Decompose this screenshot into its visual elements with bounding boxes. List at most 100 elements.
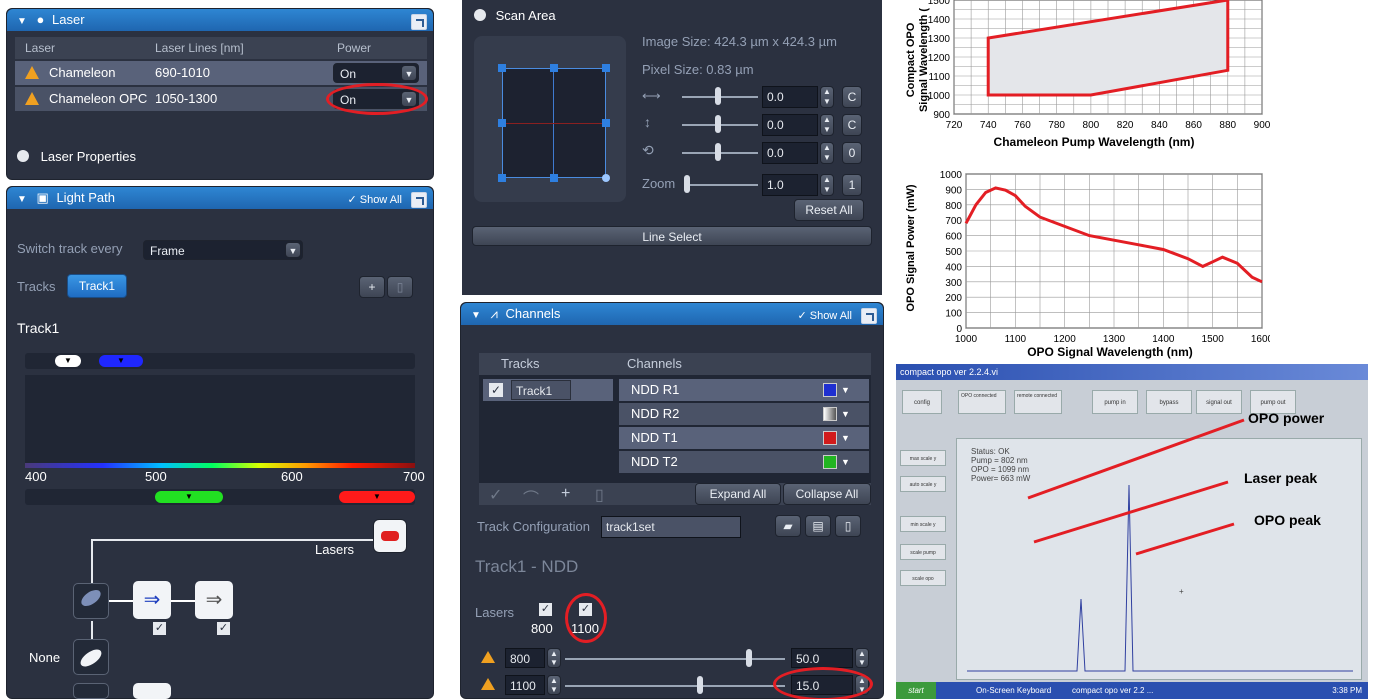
track-name[interactable]: Track1 (511, 380, 571, 400)
reset-all-button[interactable]: Reset All (794, 199, 864, 221)
channel-color-swatch[interactable] (823, 383, 837, 397)
undock-icon[interactable] (411, 192, 427, 209)
trash-icon[interactable]: ▯ (595, 485, 604, 505)
beamsplitter-button[interactable] (73, 583, 109, 619)
power-thumb[interactable] (697, 676, 703, 694)
chevron-down-icon[interactable]: ▼ (841, 403, 850, 425)
track-config-input[interactable]: track1set (601, 516, 741, 538)
undock-icon[interactable] (861, 308, 877, 325)
resize-handle[interactable] (550, 64, 558, 72)
taskbar-item[interactable]: On-Screen Keyboard (976, 682, 1051, 699)
wavelength-spinner[interactable]: ▲ ▼ (547, 675, 561, 695)
uncheck-icon[interactable]: ⌒ (523, 485, 539, 509)
collapse-arrow-icon[interactable]: ▼ (17, 16, 27, 27)
lightpath-panel-header[interactable]: ▼ ▣ Light Path ✓ Show All (7, 187, 433, 209)
channel-row[interactable]: NDD R1 ▼ (619, 379, 869, 401)
chevron-down-icon[interactable]: ▼ (841, 379, 850, 401)
resize-handle[interactable] (550, 174, 558, 182)
laser-panel-header[interactable]: ▼ ● Laser (7, 9, 433, 31)
zoom-input[interactable]: 1.0 (762, 174, 818, 196)
wavelength-spinner[interactable]: ▲ ▼ (547, 648, 561, 668)
collapse-arrow-icon[interactable]: ▼ (471, 310, 481, 321)
chevron-down-icon[interactable]: ▼ (841, 427, 850, 449)
detector-t-checkbox[interactable]: ✓ (217, 622, 230, 635)
lower-element[interactable] (73, 683, 109, 699)
power-input[interactable]: 50.0 (791, 648, 853, 668)
mirror-button[interactable] (73, 639, 109, 675)
undock-icon[interactable] (411, 14, 427, 31)
detector-r-checkbox[interactable]: ✓ (153, 622, 166, 635)
center-x-button[interactable]: C (842, 86, 862, 108)
delete-track-button[interactable]: ▯ (387, 276, 413, 298)
open-config-button[interactable]: ▰ (775, 515, 801, 537)
chevron-down-icon[interactable]: ▼ (285, 242, 301, 258)
zoom-spinner[interactable]: ▲ ▼ (820, 174, 834, 196)
scan-area-header[interactable]: Scan Area (474, 8, 556, 23)
chevron-down-icon[interactable]: ▼ (841, 451, 850, 473)
check-icon[interactable]: ✓ (489, 485, 502, 505)
collapse-all-button[interactable]: Collapse All (783, 483, 871, 505)
lower-detector[interactable] (133, 683, 171, 699)
rotation-spinner[interactable]: ▲ ▼ (820, 142, 834, 164)
zoom-thumb[interactable] (684, 175, 690, 193)
detector-t-button[interactable]: ⇒ (195, 581, 233, 619)
track1-button[interactable]: Track1 (67, 274, 127, 298)
channels-panel-header[interactable]: ▼ ⩘ Channels ✓ Show All (461, 303, 883, 325)
power-thumb[interactable] (746, 649, 752, 667)
chevron-down-icon[interactable]: ▼ (401, 65, 417, 81)
channel-color-swatch[interactable] (823, 455, 837, 469)
resize-handle[interactable] (498, 174, 506, 182)
offset-x-input[interactable]: 0.0 (762, 86, 818, 108)
offset-x-thumb[interactable] (715, 87, 721, 105)
laser-source-button[interactable] (373, 519, 407, 553)
reset-rotation-button[interactable]: 0 (842, 142, 862, 164)
offset-y-spinner[interactable]: ▲ ▼ (820, 114, 834, 136)
white-channel-marker[interactable]: ▼ (55, 355, 81, 367)
offset-y-thumb[interactable] (715, 115, 721, 133)
laser-properties-toggle[interactable]: Laser Properties (17, 149, 136, 164)
track-checkbox[interactable]: ✓ (489, 383, 503, 397)
offset-x-spinner[interactable]: ▲ ▼ (820, 86, 834, 108)
laser-row[interactable]: Chameleon 690-1010 On ▼ (15, 61, 427, 85)
center-y-button[interactable]: C (842, 114, 862, 136)
expand-circle-icon[interactable] (17, 150, 29, 162)
delete-config-button[interactable]: ▯ (835, 515, 861, 537)
offset-y-input[interactable]: 0.0 (762, 114, 818, 136)
plus-icon[interactable]: + (561, 485, 570, 503)
resize-handle[interactable] (498, 119, 506, 127)
resize-handle[interactable] (602, 119, 610, 127)
channel-row[interactable]: NDD R2 ▼ (619, 403, 869, 425)
red-channel-marker[interactable]: ▼ (339, 491, 415, 503)
power-slider[interactable] (565, 685, 785, 687)
zoom-one-button[interactable]: 1 (842, 174, 862, 196)
show-all-toggle[interactable]: Show All (360, 194, 402, 206)
zoom-slider[interactable] (684, 184, 758, 186)
power-select[interactable]: On ▼ (333, 63, 419, 83)
channel-color-swatch[interactable] (823, 407, 837, 421)
show-all-toggle[interactable]: Show All (810, 310, 852, 322)
wavelength-select[interactable]: 1100 (505, 675, 545, 695)
channel-row[interactable]: NDD T1 ▼ (619, 427, 869, 449)
rotation-thumb[interactable] (715, 143, 721, 161)
line-select-button[interactable]: Line Select (472, 226, 872, 246)
rotate-handle[interactable] (602, 174, 610, 182)
start-button[interactable]: start (896, 682, 936, 699)
laser-row[interactable]: Chameleon OPC 1050-1300 On ▼ (15, 83, 428, 115)
save-config-button[interactable]: ▤ (805, 515, 831, 537)
scan-field[interactable] (502, 68, 606, 178)
laser-800-checkbox[interactable]: ✓ (539, 603, 552, 616)
collapse-arrow-icon[interactable]: ▼ (17, 194, 27, 205)
green-channel-marker[interactable]: ▼ (155, 491, 223, 503)
switch-track-select[interactable]: Frame ▼ (143, 240, 303, 260)
detector-r-button[interactable]: ⇒ (133, 581, 171, 619)
expand-all-button[interactable]: Expand All (695, 483, 781, 505)
resize-handle[interactable] (602, 64, 610, 72)
taskbar-item[interactable]: compact opo ver 2.2 ... (1072, 682, 1153, 699)
wavelength-select[interactable]: 800 (505, 648, 545, 668)
power-slider[interactable] (565, 658, 785, 660)
resize-handle[interactable] (498, 64, 506, 72)
channel-color-swatch[interactable] (823, 431, 837, 445)
track-row[interactable]: ✓ Track1 (483, 379, 613, 401)
add-track-button[interactable]: + (359, 276, 385, 298)
channel-row[interactable]: NDD T2 ▼ (619, 451, 869, 473)
